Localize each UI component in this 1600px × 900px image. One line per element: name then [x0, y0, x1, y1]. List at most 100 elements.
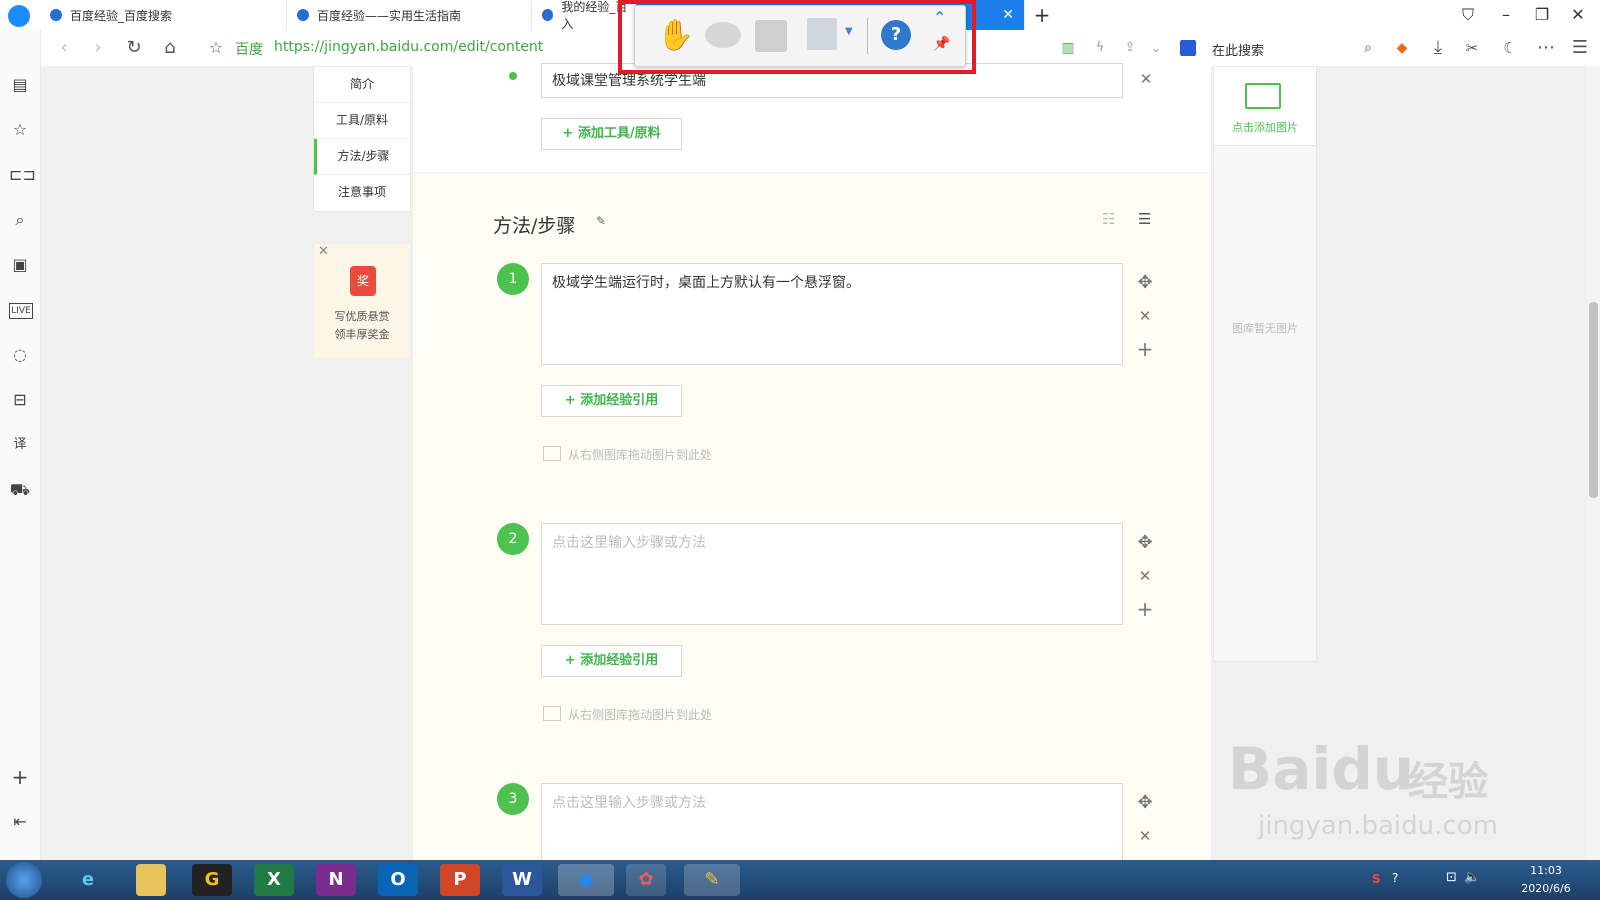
- move-step-icon[interactable]: ✥: [1135, 532, 1155, 553]
- back-icon[interactable]: ‹: [52, 36, 76, 60]
- search-icon[interactable]: ⌕: [9, 209, 31, 231]
- search-icon[interactable]: ⌕: [1356, 36, 1380, 60]
- add-reference-button[interactable]: + 添加经验引用: [541, 645, 682, 677]
- skin-icon[interactable]: ⛉: [1454, 4, 1482, 26]
- drag-image-hint: 从右侧图库拖动图片到此处: [568, 708, 713, 722]
- outlook-icon[interactable]: O: [378, 864, 418, 896]
- move-step-icon[interactable]: ✥: [1135, 792, 1155, 813]
- site-label: 百度: [235, 42, 263, 58]
- move-step-icon[interactable]: ✥: [1135, 272, 1155, 293]
- tab-baidu-search[interactable]: 百度经验_百度搜索: [40, 0, 287, 30]
- bookmark-star-icon[interactable]: ☆: [204, 36, 228, 60]
- edit-title-icon[interactable]: ✎: [596, 214, 606, 228]
- step-number: 3: [497, 783, 529, 815]
- paint-icon[interactable]: ✎: [684, 864, 740, 896]
- explorer-icon[interactable]: [136, 864, 166, 896]
- forward-icon[interactable]: ›: [86, 36, 110, 60]
- translate-icon[interactable]: 译: [9, 434, 31, 456]
- step-input[interactable]: 点击这里输入步骤或方法: [541, 783, 1123, 860]
- ordered-list-icon[interactable]: ☷: [1102, 210, 1115, 228]
- gallery-empty-text: 图库暂无图片: [1232, 322, 1298, 335]
- remove-tool-icon[interactable]: ✕: [1136, 70, 1156, 88]
- refresh-icon[interactable]: ↻: [122, 36, 146, 60]
- nav-notes[interactable]: 注意事项: [314, 175, 410, 210]
- browser-logo-icon[interactable]: [8, 5, 30, 27]
- baidu-paw-icon: [297, 9, 309, 21]
- section-title: 方法/步骤: [493, 215, 576, 237]
- step-input[interactable]: 点击这里输入步骤或方法: [541, 523, 1123, 625]
- reader-icon[interactable]: ▥: [1056, 36, 1080, 60]
- chevron-down-icon[interactable]: ⌄: [1144, 36, 1168, 60]
- url-field[interactable]: https://jingyan.baidu.com/edit/content: [274, 39, 543, 55]
- add-tool-button[interactable]: + 添加工具/原料: [541, 118, 682, 150]
- inbox-icon[interactable]: ⊟: [9, 389, 31, 411]
- chat-icon[interactable]: ◌: [9, 344, 31, 366]
- search-engine-icon[interactable]: [1180, 40, 1196, 56]
- add-reference-button[interactable]: + 添加经验引用: [541, 385, 682, 417]
- share-icon[interactable]: ⇪: [1118, 36, 1142, 60]
- ie-icon[interactable]: e: [68, 864, 108, 896]
- add-image-button[interactable]: 点击添加图片: [1214, 67, 1316, 146]
- menu-icon[interactable]: ☰: [1568, 36, 1592, 60]
- scrollbar-thumb[interactable]: [1589, 302, 1598, 498]
- scissors-icon[interactable]: ✂: [1460, 36, 1484, 60]
- powerpoint-icon[interactable]: P: [440, 864, 480, 896]
- editor-nav: 简介 工具/原料 方法/步骤 注意事项: [313, 66, 411, 212]
- favorites-star-icon[interactable]: ☆: [9, 119, 31, 141]
- cart-icon[interactable]: ⛟: [9, 479, 31, 501]
- tray-help-icon[interactable]: ?: [1392, 871, 1398, 885]
- video-icon[interactable]: ▣: [9, 254, 31, 276]
- browser-taskbar-icon[interactable]: ◉: [558, 864, 614, 896]
- insert-step-icon[interactable]: +: [1135, 337, 1155, 361]
- delete-step-icon[interactable]: ✕: [1135, 827, 1155, 845]
- step-number: 1: [497, 263, 529, 295]
- download-icon[interactable]: ⤓: [1426, 36, 1450, 60]
- start-button[interactable]: [6, 862, 42, 898]
- more-icon[interactable]: ⋯: [1534, 36, 1558, 60]
- watermark-url: jingyan.baidu.com: [1258, 811, 1498, 841]
- insert-step-icon[interactable]: +: [1135, 597, 1155, 621]
- reward-panel[interactable]: ✕ 奖 写优质悬赏 领丰厚奖金: [313, 243, 411, 359]
- baidu-watermark: Baidu 经验 jingyan.baidu.com: [1228, 735, 1568, 845]
- watermark-brand: Baidu: [1228, 735, 1415, 803]
- nav-steps[interactable]: 方法/步骤: [314, 139, 410, 175]
- windows-taskbar: e G X N O P W ◉ ✿ ✎ S ? ⊡ 🔈 11:03 2020/6…: [0, 860, 1600, 900]
- game-icon[interactable]: ◆: [1390, 36, 1414, 60]
- drag-image-hint: 从右侧图库拖动图片到此处: [568, 448, 713, 462]
- clock-time[interactable]: 11:03: [1516, 864, 1576, 877]
- tray-network-icon[interactable]: ⊡: [1446, 870, 1457, 885]
- reward-badge-icon: 奖: [350, 266, 376, 296]
- delete-step-icon[interactable]: ✕: [1135, 567, 1155, 585]
- new-tab-button[interactable]: +: [1028, 4, 1056, 26]
- app-g-icon[interactable]: G: [192, 864, 232, 896]
- tab-jingyan-home[interactable]: 百度经验——实用生活指南: [287, 0, 532, 30]
- editor-column: [413, 66, 1211, 860]
- nav-intro[interactable]: 简介: [314, 67, 410, 103]
- clock-date[interactable]: 2020/6/6: [1516, 882, 1576, 895]
- add-icon[interactable]: +: [9, 766, 31, 788]
- collapse-sidebar-icon[interactable]: ⇤: [9, 811, 31, 833]
- tray-sogou-icon[interactable]: S: [1372, 872, 1381, 886]
- flash-icon[interactable]: ϟ: [1088, 36, 1112, 60]
- book-icon[interactable]: ⊏⊐: [9, 164, 36, 186]
- step-input[interactable]: 极域学生端运行时，桌面上方默认有一个悬浮窗。: [541, 263, 1123, 365]
- unordered-list-icon[interactable]: ☰: [1138, 210, 1151, 228]
- word-icon[interactable]: W: [502, 864, 542, 896]
- nav-tools[interactable]: 工具/原料: [314, 103, 410, 139]
- night-mode-icon[interactable]: ☾: [1498, 36, 1522, 60]
- excel-icon[interactable]: X: [254, 864, 294, 896]
- close-tab-icon[interactable]: ✕: [1002, 7, 1014, 23]
- close-window-button[interactable]: ✕: [1564, 4, 1592, 26]
- minimize-button[interactable]: –: [1492, 4, 1520, 26]
- home-icon[interactable]: ⌂: [158, 36, 182, 60]
- tray-volume-icon[interactable]: 🔈: [1464, 870, 1480, 885]
- news-icon[interactable]: ▤: [9, 74, 31, 96]
- delete-step-icon[interactable]: ✕: [1135, 307, 1155, 325]
- restore-button[interactable]: ❐: [1528, 4, 1556, 26]
- tab-title: 百度经验——实用生活指南: [317, 8, 462, 23]
- app-circle-icon[interactable]: ✿: [626, 864, 666, 896]
- search-input[interactable]: 在此搜索: [1212, 40, 1264, 59]
- live-icon[interactable]: LIVE: [9, 303, 33, 319]
- close-icon[interactable]: ✕: [318, 244, 329, 259]
- onenote-icon[interactable]: N: [316, 864, 356, 896]
